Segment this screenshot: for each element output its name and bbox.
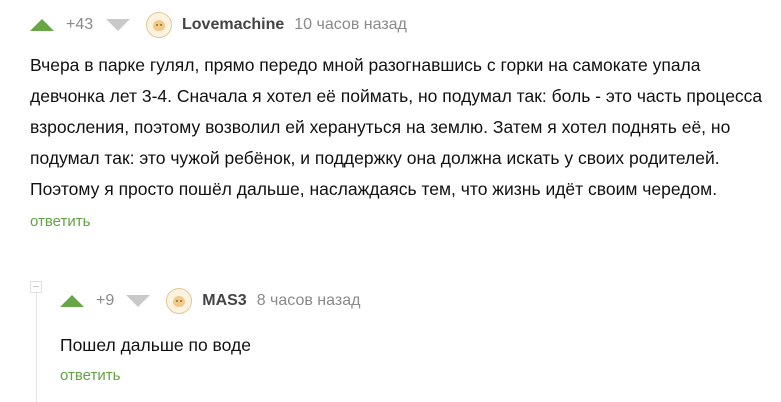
comment-time[interactable]: 8 часов назад [257,292,361,310]
arrow-down-icon[interactable] [106,19,130,31]
comment-author[interactable]: Lovemachine [182,16,284,34]
reply-button[interactable]: ответить [60,367,120,384]
reply-button[interactable]: ответить [30,213,90,230]
comment-text: Пошел дальше по воде [60,335,251,355]
comment-text: Вчера в парке гулял, прямо передо мной р… [30,55,763,199]
comment-header: +43 Lovemachine 10 часов назад [30,8,775,42]
thread-line[interactable] [36,290,37,402]
arrow-down-icon[interactable] [126,295,151,307]
comment-time[interactable]: 10 часов назад [294,16,407,34]
avatar-icon[interactable] [146,12,172,38]
comment-header: +9 MAS3 8 часов назад [60,284,760,318]
arrow-up-icon[interactable] [30,19,54,31]
comment-author[interactable]: MAS3 [202,292,246,310]
avatar-icon[interactable] [166,288,193,314]
arrow-up-icon[interactable] [60,295,84,307]
comment-rating: +43 [66,16,94,33]
reply-comment: +9 MAS3 8 часов назад Пошел дальше по во… [60,284,760,385]
collapse-thread-icon[interactable] [30,281,42,293]
comment: +43 Lovemachine 10 часов назад Вчера в п… [30,8,775,231]
comment-rating: +9 [96,292,115,309]
